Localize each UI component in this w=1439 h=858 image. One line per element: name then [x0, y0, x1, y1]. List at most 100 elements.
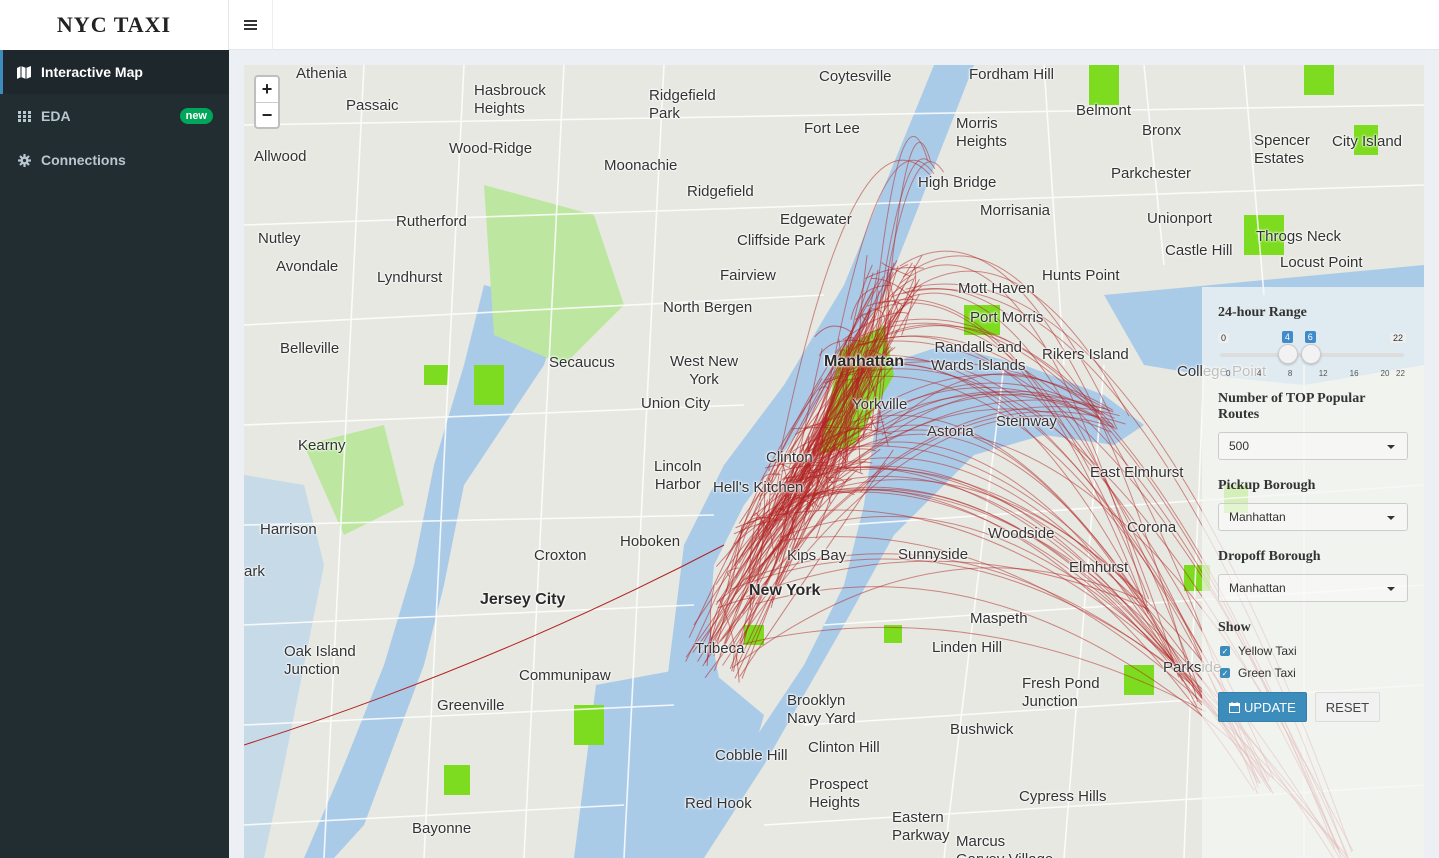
sidebar-item-connections[interactable]: Connections — [0, 138, 229, 182]
place-label: Morris Heights — [956, 115, 1007, 150]
slider-handle-from[interactable] — [1277, 344, 1298, 364]
place-label: Greenville — [437, 697, 505, 714]
range-max-label: 22 — [1389, 333, 1406, 343]
sidebar: Interactive Map EDA new Connections — [0, 50, 229, 858]
interactive-map[interactable]: Athenia Passaic Hasbrouck Heights Ridgefield… — [244, 65, 1424, 858]
place-label: Hoboken — [620, 533, 681, 550]
checkbox-checked-icon: ✓ — [1220, 668, 1230, 678]
place-label: West New York — [670, 353, 739, 388]
place-label: Corona — [1127, 519, 1177, 536]
zoom-out-button[interactable]: − — [256, 102, 278, 127]
place-label: Elmhurst — [1069, 559, 1129, 576]
new-badge: new — [179, 108, 213, 124]
place-label: Lincoln Harbor — [654, 458, 702, 493]
place-label: Passaic — [346, 97, 399, 114]
reset-button[interactable]: RESET — [1314, 692, 1381, 722]
slider-tick-label: 22 — [1396, 369, 1405, 378]
show-title: Show — [1218, 620, 1251, 635]
place-label: Port Morris — [970, 309, 1044, 326]
top-routes-value: 500 — [1229, 439, 1250, 453]
place-label: Coytesville — [819, 68, 892, 85]
slider-handle-to[interactable] — [1300, 344, 1321, 364]
place-label: Fort Lee — [804, 120, 860, 137]
place-label: Prospect Heights — [809, 776, 869, 811]
dropoff-borough-select[interactable]: Manhattan — [1218, 574, 1408, 602]
slider-tick-label: 20 — [1380, 369, 1390, 378]
zoom-control: + − — [254, 75, 280, 129]
map-icon — [17, 65, 31, 79]
place-label: Rutherford — [396, 213, 467, 230]
place-label: Union City — [641, 395, 711, 412]
place-label: Moonachie — [604, 157, 678, 174]
place-label: Yorkville — [852, 396, 908, 413]
pickup-title: Pickup Borough — [1218, 478, 1316, 493]
slider-tick-label: 16 — [1349, 369, 1359, 378]
place-label: Locust Point — [1280, 254, 1363, 271]
place-label: Croxton — [534, 547, 587, 564]
place-label: Bushwick — [950, 721, 1014, 738]
sidebar-item-eda[interactable]: EDA new — [0, 94, 229, 138]
app-logo[interactable]: NYC TAXI — [0, 0, 229, 50]
slider-tick-label: 0 — [1226, 369, 1231, 378]
place-label: New York — [749, 582, 821, 599]
range-to-label: 6 — [1304, 331, 1316, 343]
place-label: Brooklyn Navy Yard — [787, 692, 856, 727]
chevron-down-icon — [1387, 516, 1395, 520]
place-label: Woodside — [988, 525, 1055, 542]
chevron-down-icon — [1387, 587, 1395, 591]
place-label: Clinton — [766, 449, 813, 466]
route-arc — [817, 457, 1259, 784]
place-label: Randalls and Wards Islands — [931, 339, 1026, 374]
place-label: Mott Haven — [958, 280, 1035, 297]
place-label: Castle Hill — [1165, 242, 1233, 259]
grid-icon — [17, 109, 31, 123]
place-label: North Bergen — [663, 299, 753, 316]
slider-tick-label: 4 — [1256, 369, 1262, 378]
place-label: Manhattan — [824, 353, 904, 370]
place-label: Belmont — [1076, 102, 1132, 119]
place-label: Linden Hill — [932, 639, 1003, 656]
place-label: East Elmhurst — [1090, 464, 1184, 481]
gear-icon — [17, 153, 31, 167]
zoom-in-button[interactable]: + — [256, 77, 278, 102]
place-label: Nutley — [258, 230, 301, 247]
checkbox-checked-icon: ✓ — [1220, 646, 1230, 656]
place-label: Kearny — [298, 437, 346, 454]
place-label: Jersey City — [480, 591, 566, 608]
route-arc — [814, 325, 852, 338]
place-label: Ridgefield — [687, 183, 754, 200]
sidebar-item-interactive-map[interactable]: Interactive Map — [0, 50, 229, 94]
yellow-taxi-label: Yellow Taxi — [1238, 644, 1297, 658]
place-label: Maspeth — [970, 610, 1028, 627]
hamburger-icon — [244, 20, 257, 30]
green-taxi-label: Green Taxi — [1238, 666, 1296, 680]
app-title: NYC TAXI — [56, 12, 172, 37]
range-title: 24-hour Range — [1218, 305, 1307, 320]
top-navbar — [229, 0, 1439, 50]
place-label: High Bridge — [918, 174, 997, 191]
place-label: Throgs Neck — [1256, 228, 1342, 245]
place-label: Fairview — [720, 267, 776, 284]
place-label: Kips Bay — [787, 547, 847, 564]
pickup-borough-select[interactable]: Manhattan — [1218, 503, 1408, 531]
slider-tick-label: 8 — [1287, 369, 1293, 378]
place-label: Athenia — [296, 65, 347, 82]
place-label: Hunts Point — [1042, 267, 1120, 284]
place-label: Rikers Island — [1042, 346, 1129, 363]
place-label: Belleville — [280, 340, 340, 357]
green-taxi-checkbox[interactable]: ✓ Green Taxi — [1218, 666, 1408, 680]
sidebar-item-label: EDA — [41, 108, 71, 124]
calendar-icon — [1229, 701, 1240, 713]
hour-range-slider[interactable]: 0 22 4 6 0 4 8 12 16 20 22 — [1218, 331, 1408, 381]
update-button[interactable]: UPDATE — [1218, 692, 1307, 722]
place-label: Allwood — [254, 148, 307, 165]
top-routes-select[interactable]: 500 — [1218, 432, 1408, 460]
reset-label: RESET — [1325, 699, 1370, 715]
sidebar-item-label: Interactive Map — [41, 64, 143, 80]
place-label: City Island — [1332, 133, 1403, 150]
place-label: Hasbrouck Heights — [474, 82, 546, 117]
place-label: ark — [244, 563, 265, 580]
yellow-taxi-checkbox[interactable]: ✓ Yellow Taxi — [1218, 644, 1408, 658]
sidebar-toggle-button[interactable] — [229, 0, 273, 50]
place-label: Edgewater — [780, 211, 852, 228]
